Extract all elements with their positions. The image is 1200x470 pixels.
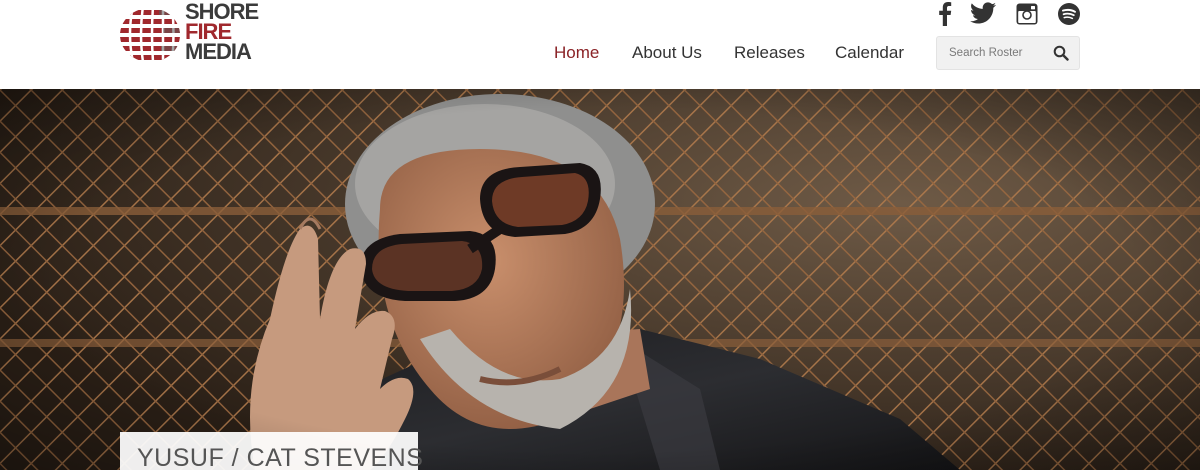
search-box [936,36,1080,70]
logo-globe-icon [120,8,180,62]
logo-wordmark: SHORE FIRE MEDIA [185,1,259,64]
nav-item-home[interactable]: Home [554,43,599,63]
search-icon[interactable] [1053,45,1069,61]
facebook-icon[interactable] [938,2,952,26]
logo-word-media: MEDIA [185,39,252,64]
hero-artist-photo [0,89,1200,470]
hero-caption[interactable]: YUSUF / CAT STEVENS [120,432,423,470]
social-links [934,2,1084,28]
instagram-icon[interactable] [1016,2,1038,26]
nav-item-about-us[interactable]: About Us [632,43,702,63]
twitter-icon[interactable] [970,2,996,26]
site-header: SHORE FIRE MEDIA Home About Us Releases … [0,0,1200,89]
nav-item-releases[interactable]: Releases [734,43,805,63]
search-input[interactable] [937,37,1047,69]
spotify-icon[interactable] [1058,2,1080,26]
nav-item-calendar[interactable]: Calendar [835,43,904,63]
hero-banner: YUSUF / CAT STEVENS [0,89,1200,470]
hero-artist-name: YUSUF / CAT STEVENS [137,444,424,470]
site-logo[interactable]: SHORE FIRE MEDIA [119,1,269,64]
